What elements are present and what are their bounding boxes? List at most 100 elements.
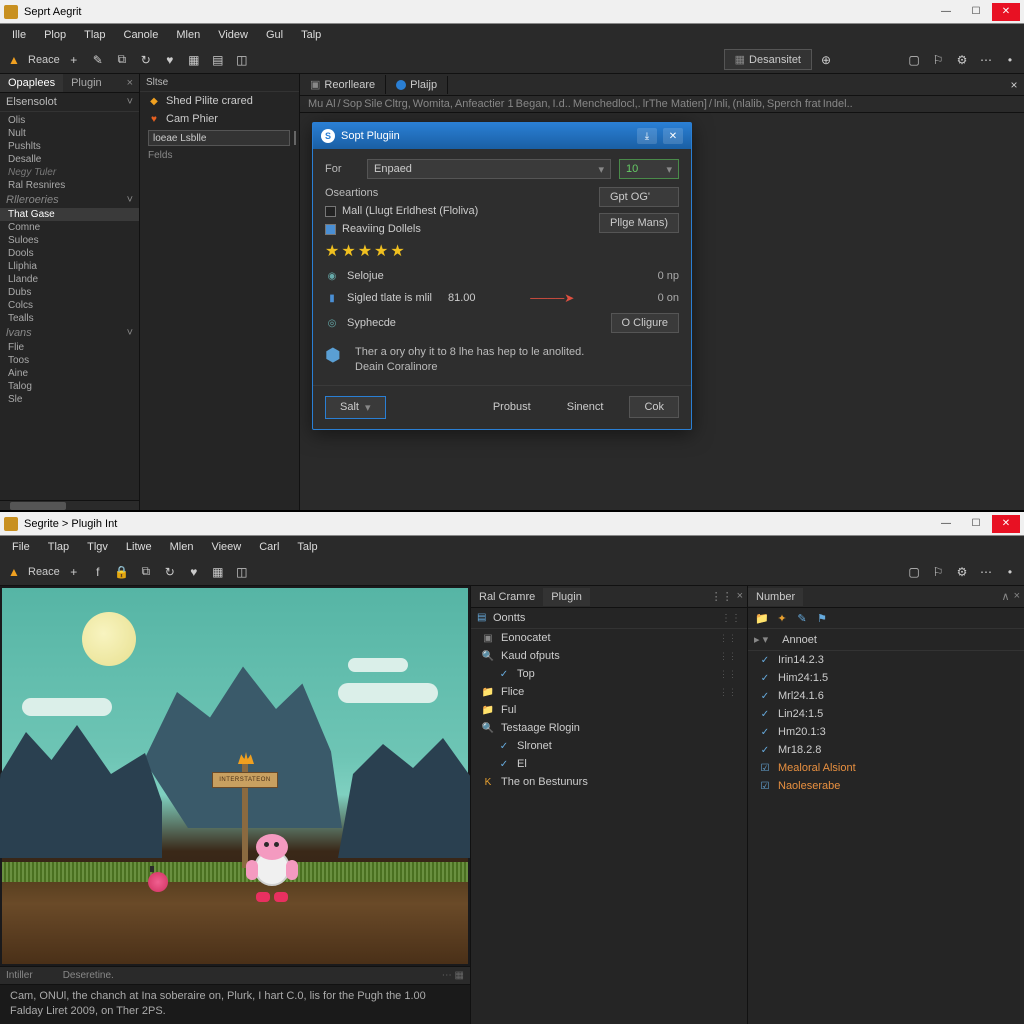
menu-item[interactable]: Canole xyxy=(116,27,167,43)
list-item[interactable]: KThe on Bestunurs xyxy=(471,773,747,791)
panel-icon[interactable]: ▢ xyxy=(904,562,924,582)
menu-item[interactable]: Tlgv xyxy=(79,539,116,555)
grid-icon[interactable]: ▦ xyxy=(184,50,204,70)
list-item[interactable]: 🔍Kaud ofputs⋮⋮ xyxy=(471,647,747,665)
dot-icon[interactable]: • xyxy=(1000,562,1020,582)
salt-dropdown[interactable]: Salt▾ xyxy=(325,396,386,419)
gear-icon[interactable]: ⚙ xyxy=(952,50,972,70)
list-item[interactable]: ✓Him24:1.5 xyxy=(748,669,1024,687)
tree-item[interactable]: Dools xyxy=(0,247,139,260)
close-button[interactable]: ✕ xyxy=(992,3,1020,21)
list-item[interactable]: ✓Irin14.2.3 xyxy=(748,651,1024,669)
tree-item[interactable]: Tealls xyxy=(0,312,139,325)
warning-icon[interactable]: ▲ xyxy=(4,50,24,70)
tree-item[interactable]: Comne xyxy=(0,221,139,234)
list-item[interactable]: ✓Mr18.2.8 xyxy=(748,741,1024,759)
list-item[interactable]: ✓Hm20.1:3 xyxy=(748,723,1024,741)
tree-item[interactable]: Lliphia xyxy=(0,260,139,273)
option-checkbox[interactable]: Mall (Llugt Erldhest (Floliva) xyxy=(325,205,589,217)
tree-item[interactable]: Ral Resnires xyxy=(0,179,139,192)
tree-item[interactable]: Dubs xyxy=(0,286,139,299)
tree-item[interactable]: Olis xyxy=(0,114,139,127)
tab-plugin[interactable]: Plugin xyxy=(543,588,590,606)
dialog-header[interactable]: S Sopt Plugiin ⤓ ✕ xyxy=(313,123,691,149)
chevron-down-icon[interactable]: ˅ xyxy=(127,96,133,108)
warning-icon[interactable]: ▲ xyxy=(4,562,24,582)
ok-button[interactable]: Cok xyxy=(629,396,679,418)
sinect-button[interactable]: Sinenct xyxy=(567,401,604,413)
option-checkbox[interactable]: Reaviing Dollels xyxy=(325,223,589,235)
dialog-close-icon[interactable]: ✕ xyxy=(663,128,683,144)
list-item[interactable]: ☑Naoleserabe xyxy=(748,777,1024,795)
doc-icon[interactable]: ▤ xyxy=(208,50,228,70)
gear-icon[interactable]: ⚙ xyxy=(952,562,972,582)
maximize-button[interactable]: ☐ xyxy=(962,3,990,21)
save-icon[interactable]: ◫ xyxy=(232,50,252,70)
list-item[interactable]: ✓Slronet xyxy=(471,737,747,755)
close-icon[interactable]: × xyxy=(737,590,743,603)
main-tab[interactable]: ▣Reorlleare xyxy=(300,75,386,94)
dialog-min-icon[interactable]: ⤓ xyxy=(637,128,657,144)
tree-group[interactable]: Rlleroeries˅ xyxy=(0,192,139,208)
mid-item[interactable]: ◆Shed Pilite crared xyxy=(140,92,299,110)
list-item[interactable]: ✓El xyxy=(471,755,747,773)
tree-item[interactable]: Aine xyxy=(0,367,139,380)
number-input[interactable]: 10▾ xyxy=(619,159,679,179)
menu-item[interactable]: Videw xyxy=(210,27,256,43)
menu-item[interactable]: Tlap xyxy=(40,539,77,555)
heart-icon[interactable]: ♥ xyxy=(184,562,204,582)
heart-icon[interactable]: ♥ xyxy=(160,50,180,70)
tab-plugin[interactable]: Plugin xyxy=(63,74,110,92)
pen-icon[interactable]: ✎ xyxy=(794,611,810,625)
locale-input[interactable] xyxy=(148,130,290,146)
refresh-icon[interactable]: ↻ xyxy=(160,562,180,582)
f-icon[interactable]: f xyxy=(88,562,108,582)
list-item[interactable]: ☑Mealoral Alsiont xyxy=(748,759,1024,777)
flag-icon[interactable]: ⚑ xyxy=(814,611,830,625)
tree-group[interactable]: lvans˅ xyxy=(0,325,139,341)
tree-item[interactable]: Talog xyxy=(0,380,139,393)
tree-item[interactable]: Toos xyxy=(0,354,139,367)
star-icon[interactable]: ✦ xyxy=(774,611,790,625)
list-item[interactable]: ✓Mrl24.1.6 xyxy=(748,687,1024,705)
target-icon[interactable]: ⊕ xyxy=(816,50,836,70)
game-canvas[interactable]: INTERSTATEON xyxy=(0,586,470,966)
tree-item[interactable]: Pushlts xyxy=(0,140,139,153)
more-icon[interactable]: ⋯ xyxy=(976,50,996,70)
menu-item[interactable]: Vieew xyxy=(203,539,249,555)
for-select[interactable]: Enpaed▾ xyxy=(367,159,611,179)
tree-item[interactable]: Flie xyxy=(0,341,139,354)
tree-item[interactable]: Colcs xyxy=(0,299,139,312)
list-item[interactable]: 🔍Testaage Rlogin xyxy=(471,719,747,737)
menu-item[interactable]: Carl xyxy=(251,539,287,555)
configure-button[interactable]: O Cligure xyxy=(611,313,679,333)
rating-stars[interactable]: ★★★★★ xyxy=(325,241,589,261)
menu-item[interactable]: Gul xyxy=(258,27,291,43)
up-icon[interactable]: ∧ xyxy=(1002,590,1010,603)
tree-item[interactable]: Nult xyxy=(0,127,139,140)
chart-icon[interactable]: ⧉ xyxy=(112,50,132,70)
flag-icon[interactable]: ⚐ xyxy=(928,50,948,70)
menu-item[interactable]: Talp xyxy=(289,539,325,555)
pen-icon[interactable]: ✎ xyxy=(88,50,108,70)
tree-item[interactable]: That Gase xyxy=(0,208,139,221)
tree-item[interactable]: Negy Tuler xyxy=(0,166,139,179)
tab-number[interactable]: Number xyxy=(748,588,803,606)
radio-icon[interactable]: ◎ xyxy=(325,316,339,330)
tab-cramre[interactable]: Ral Cramre xyxy=(471,588,543,606)
folder-icon[interactable]: 📁 xyxy=(754,611,770,625)
list-item[interactable]: ✓Top⋮⋮ xyxy=(471,665,747,683)
flag-icon[interactable]: ⚐ xyxy=(928,562,948,582)
side-button[interactable]: Gpt OG' xyxy=(599,187,679,207)
side-button[interactable]: Pllge Mans) xyxy=(599,213,679,233)
menu-item[interactable]: Mlen xyxy=(168,27,208,43)
dash-button[interactable] xyxy=(294,131,296,145)
tree-item[interactable]: Desalle xyxy=(0,153,139,166)
dot-icon[interactable]: • xyxy=(1000,50,1020,70)
tab-opaplees[interactable]: Opaplees xyxy=(0,74,63,92)
scrollbar[interactable] xyxy=(0,500,139,510)
menu-item[interactable]: Plop xyxy=(36,27,74,43)
doc-icon[interactable]: ▦ xyxy=(208,562,228,582)
close-panel-icon[interactable]: × xyxy=(121,74,139,92)
maximize-button[interactable]: ☐ xyxy=(962,515,990,533)
